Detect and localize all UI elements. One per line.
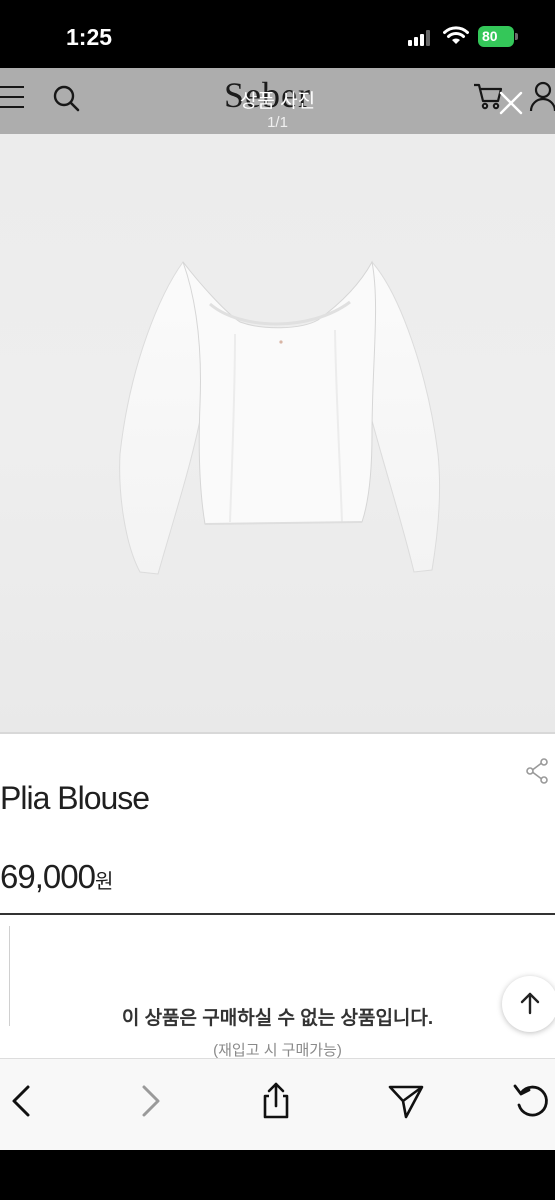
soldout-message: 이 상품은 구매하실 수 없는 상품입니다. xyxy=(121,1008,434,1029)
home-indicator-area xyxy=(0,1150,555,1200)
product-price: 69,000원 xyxy=(0,858,113,896)
back-icon[interactable] xyxy=(2,1081,42,1121)
close-icon[interactable] xyxy=(498,90,524,116)
share-icon[interactable] xyxy=(256,1081,296,1121)
cellular-signal-icon xyxy=(408,30,434,46)
battery-tip xyxy=(515,33,518,40)
restock-note: (재입고 시 구매가능) xyxy=(213,1042,342,1059)
product-name: Plia Blouse xyxy=(0,780,150,816)
blouse-image xyxy=(119,260,441,575)
viewer-counter: 1/1 xyxy=(267,114,288,131)
scroll-to-top-button[interactable] xyxy=(502,976,555,1032)
wifi-icon xyxy=(443,26,469,44)
battery-level: 80 xyxy=(482,28,498,44)
status-time: 1:25 xyxy=(66,24,113,50)
battery-icon: 80 xyxy=(478,26,514,47)
photo-divider xyxy=(0,732,555,734)
price-unit: 원 xyxy=(94,871,114,893)
share-network-icon[interactable] xyxy=(524,757,550,785)
arrow-up-icon xyxy=(520,992,540,1015)
browser-toolbar xyxy=(0,1058,555,1150)
reload-icon[interactable] xyxy=(512,1081,552,1121)
forward-icon[interactable] xyxy=(130,1081,170,1121)
status-bar: 1:25 80 xyxy=(0,0,555,68)
web-content: Seber 상품 사진 1/1 Plia Blouse 69,000원 이 상품… xyxy=(0,68,555,1070)
price-divider xyxy=(0,913,555,915)
photo-viewer-header: 상품 사진 1/1 xyxy=(0,68,555,134)
product-photo xyxy=(0,134,555,734)
viewer-title: 상품 사진 xyxy=(239,91,316,112)
price-amount: 69,000 xyxy=(0,858,96,895)
send-icon[interactable] xyxy=(386,1081,426,1121)
